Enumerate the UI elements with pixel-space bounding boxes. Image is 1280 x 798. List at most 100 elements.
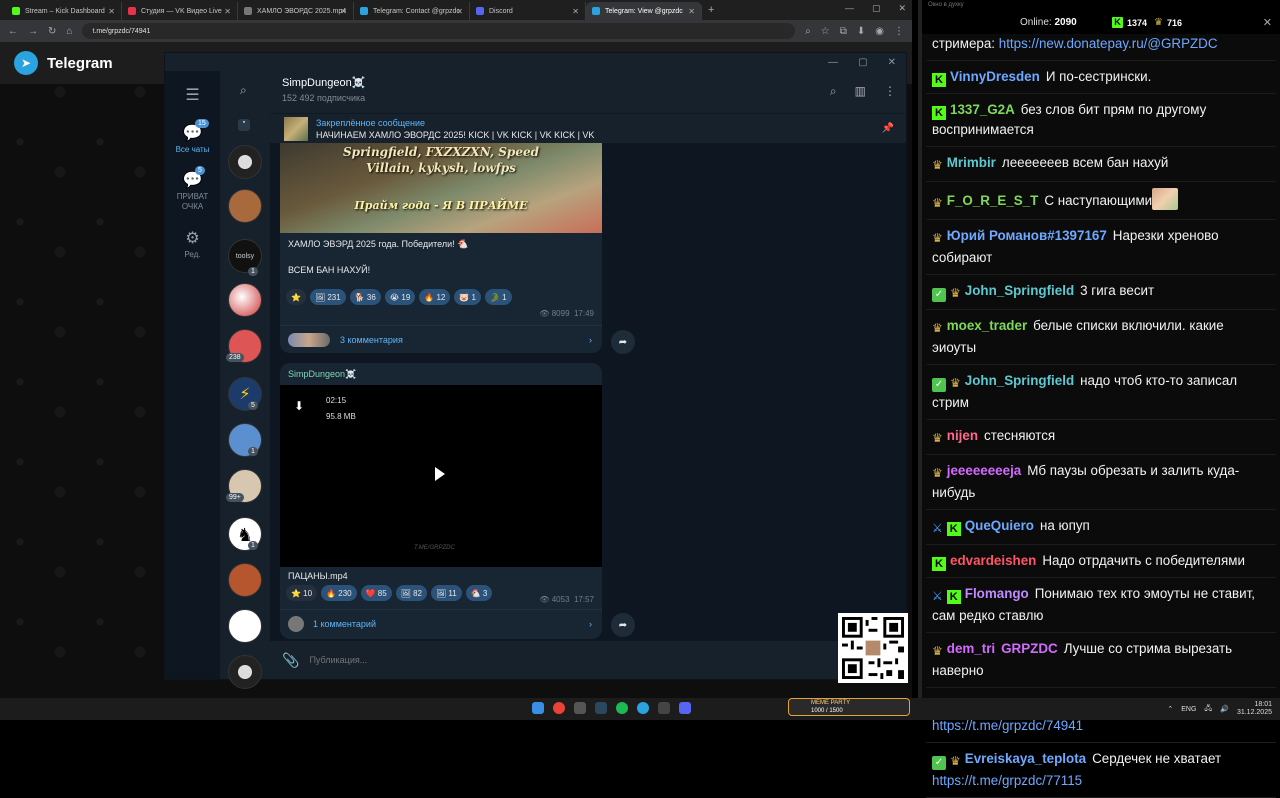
telegram-icon[interactable] — [637, 702, 649, 714]
new-tab-icon[interactable]: + — [708, 4, 714, 16]
chat-username[interactable]: John_Springfield — [965, 283, 1074, 298]
explorer-icon[interactable] — [574, 702, 586, 714]
chat-username[interactable]: John_Springfield — [965, 373, 1074, 388]
tab-close-icon[interactable]: ✕ — [688, 7, 695, 16]
reload-icon[interactable]: ↻ — [48, 26, 56, 37]
chat-username[interactable]: Evreiskaya_teplota — [965, 751, 1086, 766]
attach-icon[interactable]: 📎 — [282, 652, 299, 669]
chat-username[interactable]: Flomango — [965, 586, 1029, 601]
post-image[interactable]: Springfield, FXZXZXN, Speed Villain, kyk… — [280, 143, 602, 233]
comments-link[interactable]: 3 комментария › — [280, 325, 602, 353]
reaction-chip[interactable]: 🐕 36 — [349, 289, 381, 305]
browser-tab[interactable]: Stream – Kick Dashboard ✕ — [6, 2, 122, 20]
tab-close-icon[interactable]: ✕ — [572, 7, 579, 16]
extensions-icon[interactable]: ⧉ — [840, 26, 847, 37]
chat-link[interactable]: https://new.donatepay.ru/@GRPZDC — [999, 36, 1218, 51]
star-icon[interactable]: ☆ — [821, 26, 830, 37]
reaction-chip[interactable]: 🐷 1 — [454, 289, 481, 305]
chat-link[interactable]: https://t.me/grpzdc/77115 — [932, 773, 1082, 788]
folder-edit[interactable]: ⚙ Ред. — [165, 220, 220, 259]
maximize-icon[interactable]: ▢ — [858, 57, 867, 68]
chat-username[interactable]: Mrimbir — [947, 155, 996, 170]
language-indicator[interactable]: ENG — [1181, 706, 1196, 713]
reaction-chip[interactable]: ⭐ 10 — [286, 585, 318, 601]
folder-all-chats[interactable]: 💬 15 Все чаты — [165, 115, 220, 154]
chat-username[interactable]: dem_tri — [947, 641, 995, 656]
folder-private[interactable]: 💬 5 ПРИВАТ ОЧКА — [165, 162, 220, 212]
reaction-chip[interactable]: 🔥 12 — [419, 289, 451, 305]
search-icon[interactable]: ⌕ — [830, 84, 837, 99]
tab-close-icon[interactable]: ✕ — [224, 7, 231, 16]
minimize-icon[interactable]: — — [828, 57, 838, 68]
chat-link[interactable]: https://t.me/grpzdc/74941 — [932, 718, 1083, 733]
reaction-chip[interactable]: ⭐ — [286, 289, 306, 305]
discord-icon[interactable] — [679, 702, 691, 714]
video-player[interactable]: ⬇ 02:15 95.8 MB T.ME/GRPZDC — [280, 385, 602, 567]
tab-close-icon[interactable]: ✕ — [340, 7, 347, 16]
chat-avatar[interactable] — [228, 655, 262, 689]
chat-username[interactable]: edvardeishen — [950, 553, 1036, 568]
close-icon[interactable]: ✕ — [888, 57, 896, 68]
menu-icon[interactable]: ⋮ — [894, 26, 904, 37]
chat-avatar[interactable] — [228, 189, 262, 223]
spotify-icon[interactable] — [616, 702, 628, 714]
chat-avatar[interactable] — [228, 563, 262, 597]
pinned-message-bar[interactable]: Закреплённое сообщение НАЧИНАЕМ ХАМЛО ЭВ… — [270, 113, 906, 143]
tab-close-icon[interactable]: ✕ — [456, 7, 463, 16]
chat-mention[interactable]: GRPZDC — [1001, 641, 1058, 656]
zoom-icon[interactable]: ⌕ — [805, 26, 811, 37]
chat-avatar[interactable] — [228, 283, 262, 317]
reaction-chip[interactable]: 🖼 11 — [431, 585, 462, 601]
tab-close-icon[interactable]: ✕ — [108, 7, 115, 16]
url-field[interactable]: t.me/grpzdc/74941 — [82, 23, 796, 39]
chevron-up-icon[interactable]: ⌃ — [1167, 705, 1173, 713]
browser-tab[interactable]: Telegram: View @grpzdc ✕ — [586, 2, 702, 20]
chat-username[interactable]: 1337_G2A — [950, 102, 1015, 117]
obs-icon[interactable] — [658, 702, 670, 714]
start-icon[interactable] — [532, 702, 544, 714]
volume-icon[interactable]: 🔊 — [1220, 705, 1229, 713]
network-icon[interactable]: 🖧 — [1204, 704, 1212, 715]
browser-tab[interactable]: Студия — VK Видео Live ✕ — [122, 2, 238, 20]
back-icon[interactable]: ← — [8, 26, 18, 37]
reaction-chip[interactable]: 🔥 230 — [321, 585, 357, 601]
comments-link[interactable]: 1 комментарий › — [280, 609, 602, 637]
chat-username[interactable]: nijen — [947, 428, 978, 443]
sidebar-toggle-icon[interactable]: ▥ — [855, 84, 866, 99]
message-input[interactable] — [309, 655, 730, 665]
chat-username[interactable]: F_O_R_E_S_T — [947, 193, 1039, 208]
browser-tab[interactable]: ХАМЛО ЭВОРДС 2025.mp4 ✕ — [238, 2, 354, 20]
reaction-chip[interactable]: 🐊 1 — [485, 289, 512, 305]
chat-username[interactable]: jeeeeeeeeja — [947, 463, 1021, 478]
play-icon[interactable] — [435, 467, 445, 481]
archive-icon[interactable]: ▪ — [238, 119, 250, 131]
chat-username[interactable]: Юрий Романов#1397167 — [947, 228, 1107, 243]
minimize-icon[interactable]: — — [845, 3, 854, 14]
more-icon[interactable]: ⋮ — [884, 84, 896, 99]
chat-username[interactable]: moex_trader — [947, 318, 1027, 333]
chat-avatar[interactable] — [228, 145, 262, 179]
download-icon[interactable]: ⬇ — [857, 26, 865, 37]
home-icon[interactable]: ⌂ — [66, 26, 72, 37]
search-icon[interactable]: ⌕ — [240, 83, 247, 98]
download-icon[interactable]: ⬇ — [294, 399, 304, 413]
chat-avatar[interactable] — [228, 609, 262, 643]
chat-username[interactable]: VinnyDresden — [950, 69, 1040, 84]
reaction-chip[interactable]: 🐔 3 — [465, 585, 493, 601]
reaction-chip[interactable]: 🖼 231 — [309, 289, 346, 305]
share-button[interactable]: ➦ — [611, 330, 635, 354]
chat-username[interactable]: QueQuiero — [965, 518, 1034, 533]
forward-icon[interactable]: → — [28, 26, 38, 37]
share-button[interactable]: ➦ — [611, 613, 635, 637]
profile-icon[interactable]: ◉ — [875, 26, 884, 37]
clock[interactable]: 18:01 31.12.2025 — [1237, 701, 1272, 717]
browser-tab[interactable]: Telegram: Contact @grpzdc ✕ — [354, 2, 470, 20]
channel-header[interactable]: SimpDungeon☠️ 152 492 подписчика ⌕ ▥ ⋮ — [270, 71, 906, 113]
browser-tab[interactable]: Discord ✕ — [470, 2, 586, 20]
pin-list-icon[interactable]: 📌 — [882, 123, 894, 134]
reaction-chip[interactable]: 😭 19 — [384, 289, 416, 305]
reaction-chip[interactable]: ❤️ 85 — [360, 585, 392, 601]
reaction-chip[interactable]: 🖼 82 — [395, 585, 427, 601]
close-icon[interactable]: ✕ — [898, 3, 906, 14]
chrome-icon[interactable] — [553, 702, 565, 714]
